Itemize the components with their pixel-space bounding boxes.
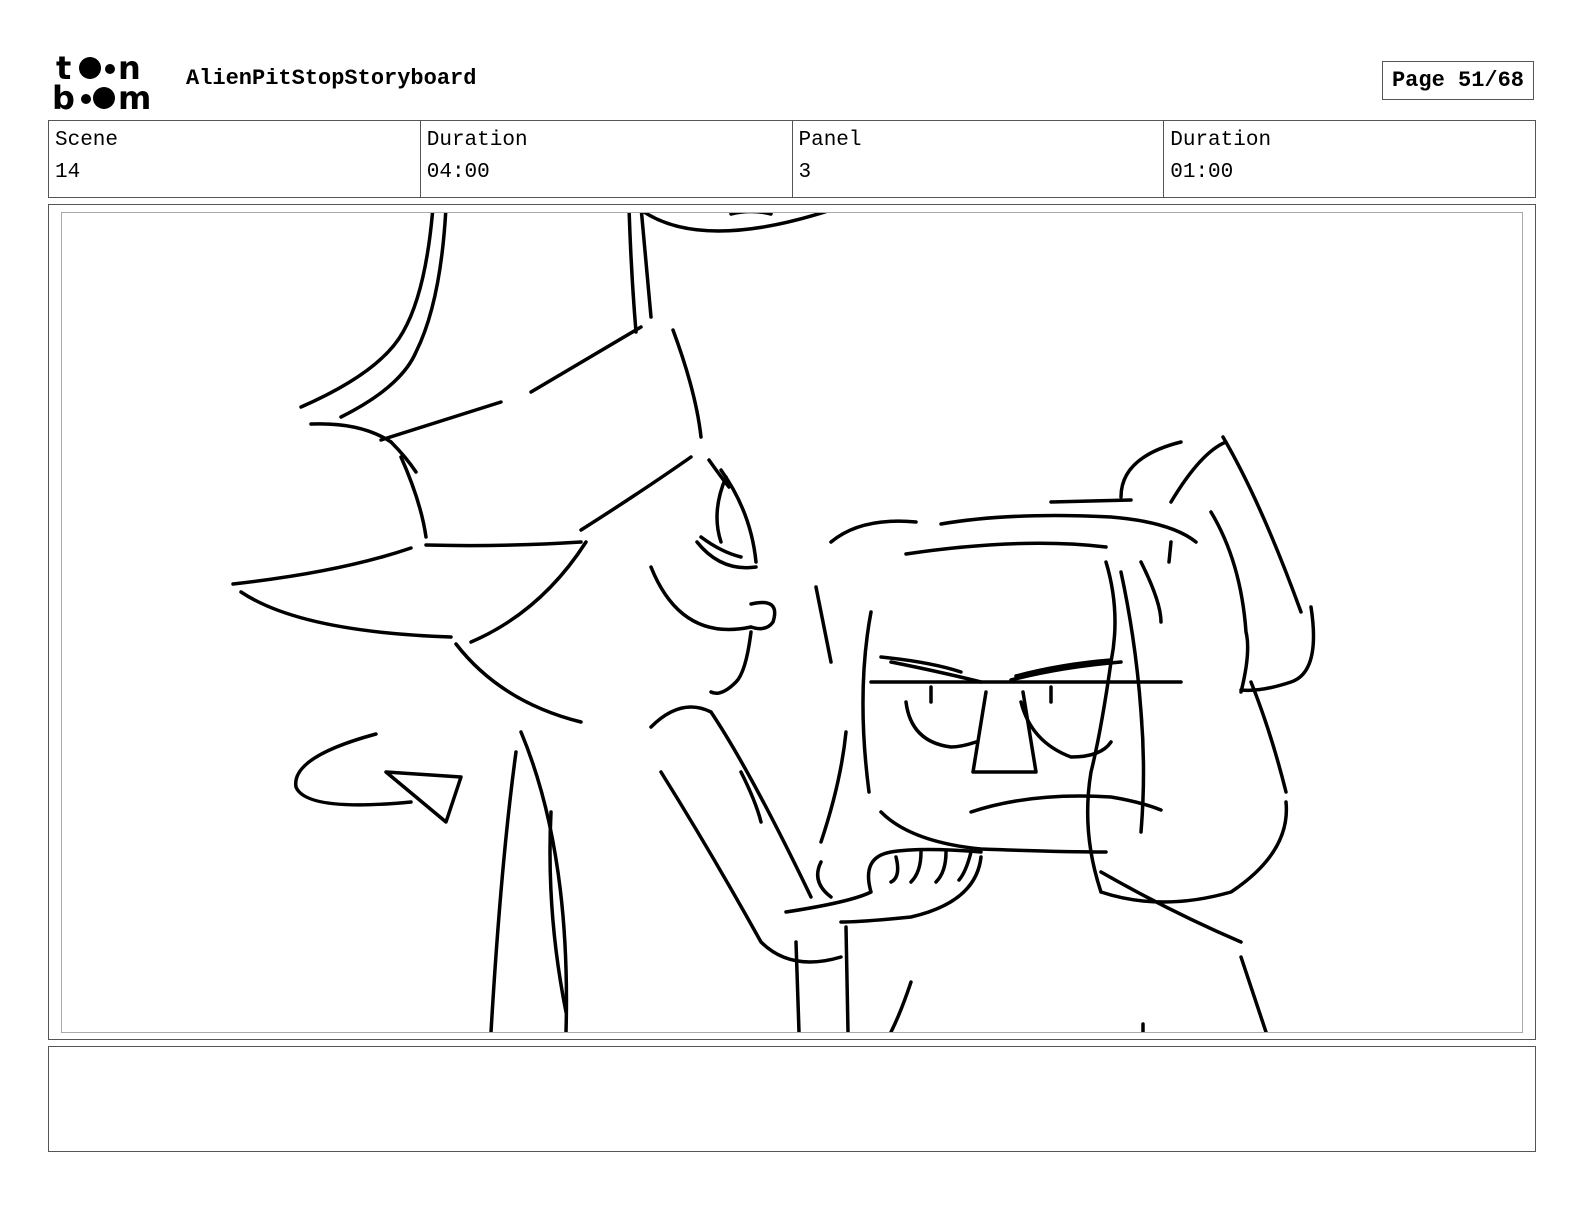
page-indicator: Page 51/68 — [1382, 61, 1534, 100]
scene-duration-cell: Duration 04:00 — [421, 121, 793, 197]
panel-duration-label: Duration — [1170, 129, 1272, 152]
scene-duration-value: 04:00 — [426, 161, 490, 184]
panel-cell: Panel 3 — [793, 121, 1165, 197]
storyboard-panel-frame — [48, 204, 1536, 1040]
scene-value: 14 — [55, 161, 81, 184]
project-title: AlienPitStopStoryboard — [186, 66, 477, 91]
panel-duration-cell: Duration 01:00 — [1164, 121, 1535, 197]
panel-value: 3 — [798, 161, 812, 184]
panel-info-table: Scene 14 Duration 04:00 Panel 3 Duration… — [48, 120, 1536, 198]
sketch-drawing — [231, 213, 1316, 1032]
storyboard-panel-image — [61, 212, 1523, 1033]
toon-boom-logo: t n b m — [52, 52, 164, 112]
panel-notes — [48, 1046, 1536, 1152]
svg-text:m: m — [118, 79, 151, 112]
panel-label: Panel — [798, 129, 862, 152]
panel-duration-value: 01:00 — [1170, 161, 1234, 184]
scene-cell: Scene 14 — [49, 121, 421, 197]
svg-text:b: b — [52, 79, 75, 112]
scene-duration-label: Duration — [426, 129, 528, 152]
scene-label: Scene — [55, 129, 119, 152]
